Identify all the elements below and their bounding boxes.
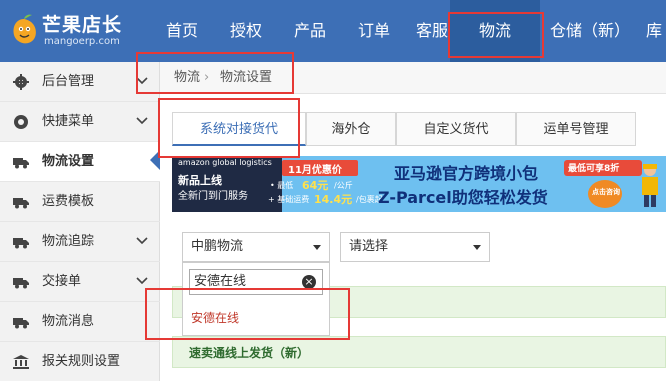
sidebar-item-label: 物流设置 xyxy=(42,154,95,169)
promo-banner[interactable]: amazon global logistics 新品上线 全新门到门服务 11月… xyxy=(172,156,666,212)
nav-warehouse-new[interactable]: 仓储（新） xyxy=(544,0,636,62)
chevron-down-icon xyxy=(313,245,321,250)
brand-name: 芒果店长 xyxy=(42,14,123,36)
breadcrumb-parent[interactable]: 物流 xyxy=(174,62,200,94)
banner-line1: 新品上线 xyxy=(178,174,222,187)
sidebar-item-shortcuts[interactable]: 快捷菜单 xyxy=(0,102,160,142)
carrier-select[interactable]: 中鹏物流 xyxy=(182,232,330,262)
banner-price1-prefix: • 最低 xyxy=(270,181,294,190)
truck-icon xyxy=(13,278,29,289)
courier-figure-icon xyxy=(642,164,658,207)
sidebar-item-logistics-settings[interactable]: 物流设置 xyxy=(0,142,160,182)
brand-logo[interactable]: 芒果店长 mangoerp.com xyxy=(0,0,160,62)
sidebar-item-admin[interactable]: 后台管理 xyxy=(0,62,160,102)
sidebar-item-label: 物流消息 xyxy=(42,314,95,329)
nav-service[interactable]: 客服 xyxy=(414,0,450,62)
carrier-option[interactable]: 安德在线 xyxy=(191,309,239,326)
sidebar-item-tracking[interactable]: 物流追踪 xyxy=(0,222,160,262)
bank-icon xyxy=(13,355,29,369)
truck-icon xyxy=(13,158,29,169)
sidebar-item-label: 快捷菜单 xyxy=(42,114,95,129)
nav-more[interactable]: 库 xyxy=(642,0,666,62)
active-pointer xyxy=(150,150,160,170)
banner-promo: 11月优惠价 xyxy=(288,165,342,176)
tab-system-forwarder[interactable]: 系统对接货代 xyxy=(172,112,306,146)
sidebar-item-handover[interactable]: 交接单 xyxy=(0,262,160,302)
channel-select[interactable]: 请选择 xyxy=(340,232,490,262)
truck-icon xyxy=(13,198,29,209)
channel-row[interactable]: 速卖通线上发货（新） xyxy=(172,336,666,368)
banner-brand: amazon global logistics xyxy=(178,158,272,167)
breadcrumb-separator: › xyxy=(204,70,210,85)
breadcrumb: 物流 › 物流设置 xyxy=(160,62,666,94)
chevron-down-icon xyxy=(136,237,148,245)
nav-products[interactable]: 产品 xyxy=(286,0,334,62)
gauge-icon xyxy=(14,115,28,129)
carrier-search-input[interactable]: 安德在线 × xyxy=(189,269,323,295)
sidebar-item-freight-template[interactable]: 运费模板 xyxy=(0,182,160,222)
nav-logistics[interactable]: 物流 xyxy=(450,0,540,62)
carrier-select-value: 中鹏物流 xyxy=(191,239,244,254)
banner-line2: 全新门到门服务 xyxy=(178,191,248,202)
nav-home[interactable]: 首页 xyxy=(160,0,204,62)
banner-price2: 14.4元 xyxy=(314,193,353,206)
banner-cta[interactable]: 点击咨询 xyxy=(592,187,620,197)
chevron-down-icon xyxy=(136,117,148,125)
clear-icon[interactable]: × xyxy=(302,275,316,289)
tab-overseas-warehouse[interactable]: 海外仓 xyxy=(306,112,396,146)
banner-badge: 最低可享8折 xyxy=(568,164,620,174)
gear-icon xyxy=(13,74,29,90)
chevron-down-icon xyxy=(136,277,148,285)
carrier-dropdown: 安德在线 × 安德在线 xyxy=(182,262,330,336)
truck-icon xyxy=(13,238,29,249)
sidebar-item-customs-rules[interactable]: 报关规则设置 xyxy=(0,342,160,381)
truck-icon xyxy=(13,318,29,329)
tab-custom-forwarder[interactable]: 自定义货代 xyxy=(396,112,516,146)
tab-tracking-number[interactable]: 运单号管理 xyxy=(516,112,636,146)
sidebar-item-label: 运费模板 xyxy=(42,194,95,209)
sidebar-item-label: 报关规则设置 xyxy=(42,354,121,369)
banner-price2-prefix: + 基础运费 xyxy=(268,195,310,204)
sidebar-item-label: 物流追踪 xyxy=(42,234,95,249)
banner-headline1: 亚马逊官方跨境小包 xyxy=(394,164,539,183)
channel-row-label: 速卖通线上发货（新） xyxy=(189,346,310,360)
sidebar-item-label: 后台管理 xyxy=(42,74,95,89)
chevron-down-icon xyxy=(473,245,481,250)
top-navbar: 芒果店长 mangoerp.com 首页 授权 产品 订单 客服 物流 仓储（新… xyxy=(0,0,666,62)
chevron-down-icon xyxy=(136,77,148,85)
sidebar: 后台管理 快捷菜单 物流设置 运费模板 物流追踪 交接单 物流消息 报关规则设置 xyxy=(0,62,160,381)
nav-orders[interactable]: 订单 xyxy=(350,0,398,62)
mango-logo-icon xyxy=(13,14,36,44)
banner-headline2: Z-Parcel助您轻松发货 xyxy=(378,188,548,207)
brand-url: mangoerp.com xyxy=(44,36,120,47)
channel-select-placeholder: 请选择 xyxy=(349,239,389,254)
breadcrumb-current: 物流设置 xyxy=(220,70,273,85)
nav-auth[interactable]: 授权 xyxy=(222,0,270,62)
sidebar-item-label: 交接单 xyxy=(42,274,82,289)
sidebar-item-logistics-messages[interactable]: 物流消息 xyxy=(0,302,160,342)
carrier-search-value: 安德在线 xyxy=(194,274,247,289)
banner-price1-unit: /公斤 xyxy=(334,181,353,190)
